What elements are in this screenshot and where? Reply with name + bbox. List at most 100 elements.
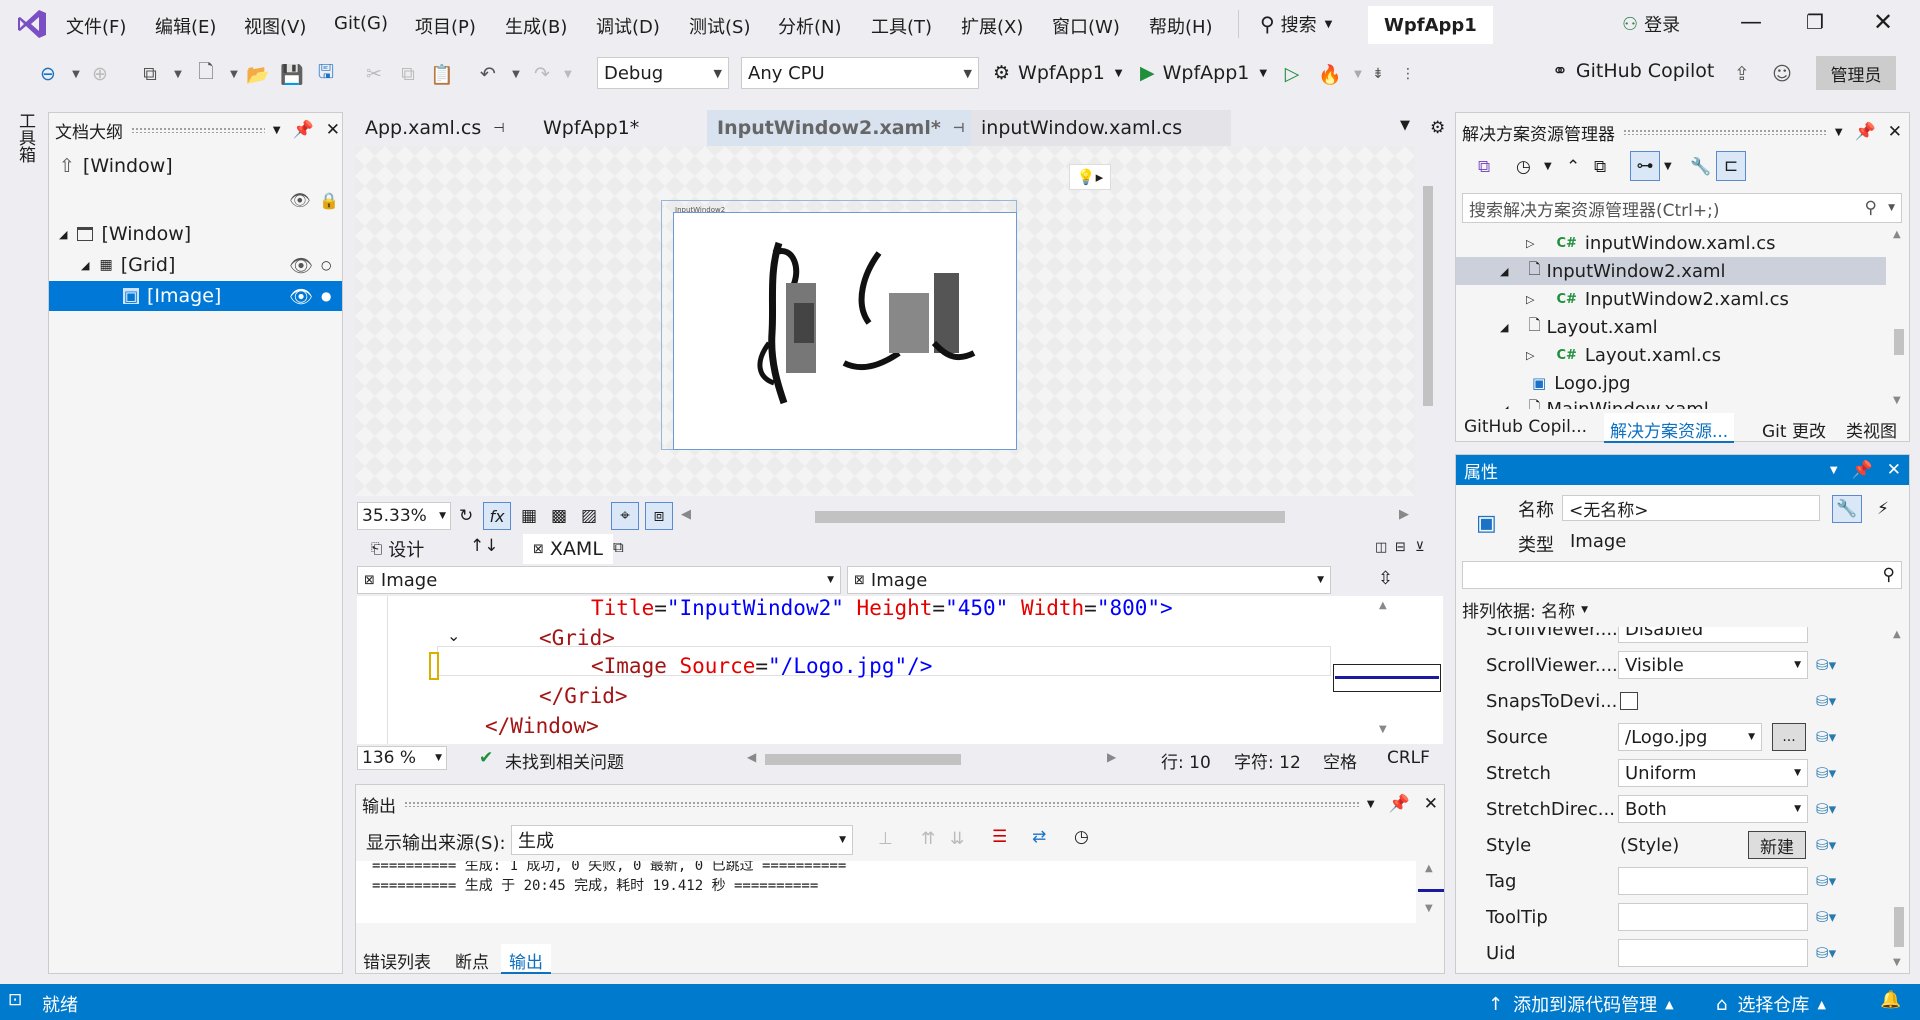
hot-reload-icon[interactable]: 🔥 bbox=[1318, 62, 1342, 86]
xaml-nav-right[interactable]: ⊠ Image ▼ bbox=[847, 566, 1331, 594]
tab-breakpoints[interactable]: 断点 bbox=[455, 948, 489, 973]
pin-icon[interactable]: ⊣ bbox=[953, 121, 965, 136]
collapse-all-icon[interactable]: ⌃ bbox=[1566, 157, 1580, 177]
menu-test[interactable]: 测试(S) bbox=[689, 13, 750, 39]
paste-icon[interactable]: 📋 bbox=[430, 62, 454, 86]
property-value[interactable]: Disabled bbox=[1618, 627, 1808, 643]
properties-scrollbar[interactable]: ▲ ▼ bbox=[1890, 627, 1908, 973]
outline-root[interactable]: ⇧ [Window] bbox=[59, 155, 173, 177]
run-button[interactable]: ▶ WpfApp1 ▼ bbox=[1140, 62, 1267, 84]
property-value[interactable]: Visible ▼ bbox=[1618, 651, 1808, 679]
properties-search-input[interactable]: ⚲ bbox=[1462, 561, 1902, 589]
preview-icon[interactable]: ⊏ bbox=[1716, 151, 1746, 181]
expand-icon[interactable]: ◢ bbox=[1500, 403, 1508, 410]
chevron-down-icon[interactable]: ▼ bbox=[1664, 161, 1672, 172]
popout-icon[interactable]: ⧉ bbox=[613, 538, 624, 556]
solution-search-input[interactable]: 搜索解决方案资源管理器(Ctrl+;) ⚲ ▼ bbox=[1462, 193, 1902, 223]
share-icon[interactable]: ⇪ bbox=[1730, 62, 1754, 86]
editor-zoom-select[interactable]: 136 % ▼ bbox=[357, 746, 447, 770]
pin-icon[interactable]: 📌 bbox=[293, 120, 314, 140]
sort-by-dropdown[interactable]: 排列依据: 名称 ▼ bbox=[1462, 597, 1588, 622]
scroll-up-icon[interactable]: ▲ bbox=[1893, 229, 1901, 240]
select-repo-button[interactable]: ⌂ 选择仓库 ▲ bbox=[1716, 991, 1826, 1017]
redo-icon[interactable]: ↷ bbox=[530, 62, 554, 86]
settings-icon[interactable]: ⚙ bbox=[1430, 118, 1445, 138]
minimize-button[interactable]: — bbox=[1740, 10, 1762, 35]
tree-item-mainwindow-xaml[interactable]: ◢ 🗋 MainWindow.xaml bbox=[1456, 395, 1886, 410]
properties-wrench-icon[interactable]: 🔧 bbox=[1832, 495, 1862, 523]
tree-item-image[interactable]: ▣ [Image] 👁 ● bbox=[49, 281, 342, 311]
chevron-down-icon[interactable]: ▼ bbox=[1367, 799, 1375, 810]
new-item-icon[interactable]: 🗋 bbox=[194, 61, 218, 86]
pending-changes-icon[interactable]: ◷ bbox=[1516, 157, 1531, 177]
back-dropdown-icon[interactable]: ▼ bbox=[64, 62, 88, 86]
xaml-tab[interactable]: ⊠ XAML bbox=[523, 534, 613, 564]
login-button[interactable]: ⚇ 登录 bbox=[1622, 11, 1680, 37]
name-input[interactable]: <无名称> bbox=[1562, 495, 1820, 521]
pin-icon[interactable]: 📌 bbox=[1855, 122, 1876, 142]
property-value[interactable] bbox=[1618, 939, 1808, 967]
menu-analyze[interactable]: 分析(N) bbox=[778, 13, 842, 39]
copilot-button[interactable]: ⚭ GitHub Copilot bbox=[1552, 60, 1714, 82]
artboard-icon[interactable]: ▨ bbox=[581, 506, 597, 526]
tab-error-list[interactable]: 错误列表 bbox=[363, 948, 431, 973]
menu-help[interactable]: 帮助(H) bbox=[1149, 13, 1213, 39]
menu-git[interactable]: Git(G) bbox=[334, 13, 388, 34]
project-code-icon[interactable]: ⧈ bbox=[645, 502, 673, 530]
scroll-up-icon[interactable]: ▲ bbox=[1893, 629, 1901, 640]
expand-icon[interactable]: ▷ bbox=[1526, 237, 1534, 250]
scroll-left-icon[interactable]: ◀ bbox=[747, 750, 756, 764]
circle-icon[interactable]: ● bbox=[321, 289, 331, 303]
tab-solution-explorer[interactable]: 解决方案资源... bbox=[1604, 413, 1735, 443]
line-ending[interactable]: CRLF bbox=[1387, 748, 1430, 768]
next-message-icon[interactable]: ⇊ bbox=[950, 829, 964, 849]
snaps-checkbox[interactable] bbox=[1620, 692, 1638, 710]
close-icon[interactable]: ✕ bbox=[326, 120, 340, 140]
cut-icon[interactable]: ✂ bbox=[362, 62, 386, 86]
tree-item-window[interactable]: ◢ [Window] bbox=[49, 219, 342, 249]
line-number[interactable]: 行: 10 bbox=[1161, 748, 1211, 773]
char-number[interactable]: 字符: 12 bbox=[1234, 748, 1301, 773]
tree-item-grid[interactable]: ◢ ▦ [Grid] 👁 ○ bbox=[49, 250, 342, 280]
config-select[interactable]: Debug ▼ bbox=[597, 57, 729, 89]
code-minimap[interactable]: ▲ ▼ bbox=[1331, 596, 1443, 744]
whitespace-mode[interactable]: 空格 bbox=[1323, 748, 1357, 773]
property-value[interactable]: /Logo.jpg ▼ bbox=[1618, 723, 1762, 751]
new-project-icon[interactable]: ⧉ bbox=[138, 62, 162, 86]
output-scrollbar[interactable]: ▲ ▼ bbox=[1416, 861, 1444, 923]
lightbulb-icon[interactable]: 💡▸ bbox=[1069, 164, 1111, 190]
new-dropdown-icon[interactable]: ▼ bbox=[166, 62, 190, 86]
issues-status[interactable]: 未找到相关问题 bbox=[505, 748, 624, 773]
restore-button[interactable]: ❐ bbox=[1806, 10, 1824, 34]
tab-github-copilot[interactable]: GitHub Copil... bbox=[1464, 417, 1587, 437]
back-icon[interactable]: ⊖ bbox=[36, 62, 60, 86]
close-icon[interactable]: ✕ bbox=[1424, 794, 1438, 814]
notification-bell-icon[interactable]: 🔔 bbox=[1880, 990, 1901, 1010]
scroll-down-icon[interactable]: ▼ bbox=[1379, 724, 1387, 735]
scroll-up-icon[interactable]: ▲ bbox=[1379, 600, 1387, 611]
toolbox-tab[interactable]: 工具箱 bbox=[8, 112, 38, 163]
collapse-pane-icon[interactable]: ⊻ bbox=[1415, 540, 1425, 555]
property-value[interactable]: Both ▼ bbox=[1618, 795, 1808, 823]
expand-icon[interactable]: ◢ bbox=[59, 228, 67, 241]
tree-item-layout-xaml[interactable]: ◢ 🗋 Layout.xaml bbox=[1456, 313, 1886, 341]
step-icon[interactable]: ⇟ bbox=[1366, 62, 1390, 86]
scroll-down-icon[interactable]: ▼ bbox=[1893, 395, 1901, 406]
search-button[interactable]: ⚲ 搜索 ▼ bbox=[1260, 11, 1332, 37]
data-binding-icon[interactable]: ⛁▾ bbox=[1816, 872, 1836, 890]
tab-output[interactable]: 输出 bbox=[501, 944, 551, 974]
feedback-icon[interactable]: ☺ bbox=[1770, 62, 1794, 86]
scroll-down-icon[interactable]: ▼ bbox=[1425, 903, 1433, 914]
menu-file[interactable]: 文件(F) bbox=[66, 13, 126, 39]
property-value[interactable]: Uniform ▼ bbox=[1618, 759, 1808, 787]
tree-item-logo-jpg[interactable]: ▣ Logo.jpg bbox=[1456, 369, 1886, 397]
split-pane-icon[interactable]: ⇳ bbox=[1378, 568, 1393, 589]
design-image[interactable] bbox=[673, 212, 1017, 450]
scroll-down-icon[interactable]: ▼ bbox=[1893, 957, 1901, 968]
fx-button[interactable]: fx bbox=[483, 502, 511, 530]
pin-icon[interactable]: 📌 bbox=[1852, 460, 1873, 480]
tab-overflow-icon[interactable]: ▼ bbox=[1400, 118, 1410, 133]
designer-vertical-scrollbar[interactable] bbox=[1420, 146, 1436, 496]
chevron-down-icon[interactable]: ▼ bbox=[1830, 465, 1838, 476]
events-lightning-icon[interactable]: ⚡ bbox=[1868, 495, 1898, 523]
